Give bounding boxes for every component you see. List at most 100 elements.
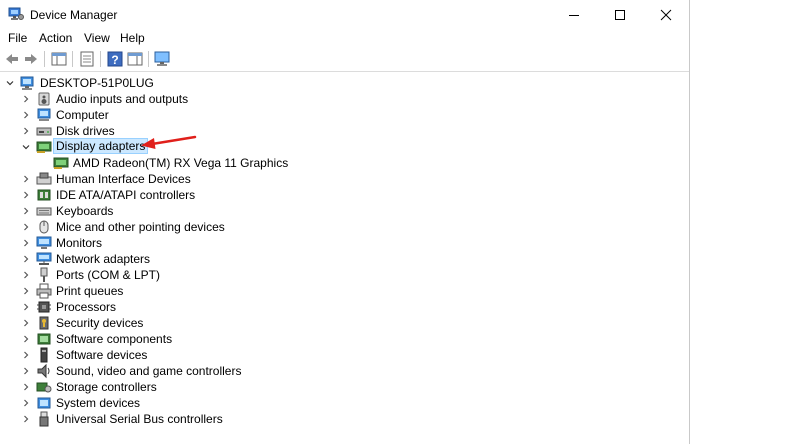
category-label: Ports (COM & LPT) bbox=[56, 268, 161, 282]
minimize-icon bbox=[569, 15, 579, 16]
chevron-right-icon[interactable] bbox=[22, 319, 30, 327]
category-label: Security devices bbox=[56, 316, 144, 330]
category-label: Disk drives bbox=[56, 124, 115, 138]
tree-category[interactable]: Network adapters bbox=[0, 251, 300, 267]
tree-category[interactable]: Keyboards bbox=[0, 203, 300, 219]
chevron-right-icon[interactable] bbox=[22, 335, 30, 343]
chevron-down-icon[interactable] bbox=[6, 79, 14, 87]
window-title: Device Manager bbox=[30, 8, 118, 22]
toolbar-separator bbox=[100, 51, 101, 67]
tree-category[interactable]: Monitors bbox=[0, 235, 300, 251]
category-label: Storage controllers bbox=[56, 380, 157, 394]
tree-category[interactable]: Universal Serial Bus controllers bbox=[0, 411, 300, 427]
maximize-button[interactable] bbox=[597, 0, 643, 29]
device-manager-icon bbox=[8, 7, 24, 20]
device-manager-window: Device Manager File Action View Help ? D… bbox=[0, 0, 690, 444]
menu-help[interactable]: Help bbox=[120, 31, 145, 45]
ide-controller-icon bbox=[37, 189, 51, 201]
computer-icon bbox=[37, 108, 51, 121]
tree-category[interactable]: Human Interface Devices bbox=[0, 171, 300, 187]
forward-icon[interactable] bbox=[22, 50, 40, 68]
menu-file[interactable]: File bbox=[8, 31, 27, 45]
chevron-right-icon[interactable] bbox=[22, 175, 30, 183]
system-device-icon bbox=[37, 397, 51, 409]
device-item[interactable]: AMD Radeon(TM) RX Vega 11 Graphics bbox=[0, 155, 300, 171]
chevron-down-icon[interactable] bbox=[22, 143, 30, 151]
scan-hardware-icon[interactable] bbox=[153, 50, 171, 68]
chevron-right-icon[interactable] bbox=[22, 303, 30, 311]
storage-controller-icon bbox=[36, 382, 52, 393]
chevron-right-icon[interactable] bbox=[22, 399, 30, 407]
security-device-icon bbox=[39, 316, 49, 330]
tree-category[interactable]: Processors bbox=[0, 299, 300, 315]
category-label: Universal Serial Bus controllers bbox=[56, 412, 223, 426]
category-label: Sound, video and game controllers bbox=[56, 364, 242, 378]
chevron-right-icon[interactable] bbox=[22, 351, 30, 359]
category-label: Audio inputs and outputs bbox=[56, 92, 189, 106]
hid-icon bbox=[36, 172, 52, 185]
chevron-right-icon[interactable] bbox=[22, 95, 30, 103]
category-label: Print queues bbox=[56, 284, 124, 298]
chevron-right-icon[interactable] bbox=[22, 111, 30, 119]
tree-category[interactable]: Mice and other pointing devices bbox=[0, 219, 300, 235]
minimize-button[interactable] bbox=[551, 0, 597, 29]
tree-root[interactable]: DESKTOP-51P0LUG bbox=[0, 75, 200, 91]
device-tree: DESKTOP-51P0LUG Audio inputs and outputs… bbox=[0, 75, 689, 444]
usb-icon bbox=[39, 411, 49, 427]
svg-text:?: ? bbox=[111, 53, 118, 67]
tree-category[interactable]: Software components bbox=[0, 331, 300, 347]
category-label-selected: Display adapters bbox=[52, 138, 149, 154]
processor-icon bbox=[37, 301, 51, 313]
close-icon bbox=[660, 9, 672, 21]
display-adapter-icon bbox=[53, 157, 69, 169]
tree-category[interactable]: IDE ATA/ATAPI controllers bbox=[0, 187, 300, 203]
sound-controller-icon bbox=[37, 363, 50, 379]
speaker-icon bbox=[38, 92, 50, 106]
menu-view[interactable]: View bbox=[84, 31, 110, 45]
back-icon[interactable] bbox=[3, 50, 21, 68]
disk-drive-icon bbox=[36, 127, 52, 136]
close-button[interactable] bbox=[643, 0, 689, 29]
tree-category[interactable]: Print queues bbox=[0, 283, 300, 299]
chevron-right-icon[interactable] bbox=[22, 287, 30, 295]
category-label: Human Interface Devices bbox=[56, 172, 191, 186]
chevron-right-icon[interactable] bbox=[22, 367, 30, 375]
red-arrow-annotation bbox=[141, 135, 197, 149]
tree-category[interactable]: System devices bbox=[0, 395, 300, 411]
tree-category[interactable]: Audio inputs and outputs bbox=[0, 91, 300, 107]
chevron-right-icon[interactable] bbox=[22, 415, 30, 423]
chevron-right-icon[interactable] bbox=[22, 223, 30, 231]
toolbar-separator bbox=[72, 51, 73, 67]
tree-category[interactable]: Security devices bbox=[0, 315, 300, 331]
device-label: AMD Radeon(TM) RX Vega 11 Graphics bbox=[73, 156, 289, 170]
port-icon bbox=[40, 267, 48, 282]
chevron-right-icon[interactable] bbox=[22, 191, 30, 199]
category-label: Network adapters bbox=[56, 252, 151, 266]
category-label: Software components bbox=[56, 332, 173, 346]
chevron-right-icon[interactable] bbox=[22, 271, 30, 279]
show-hide-console-tree-icon[interactable] bbox=[50, 50, 68, 68]
chevron-right-icon[interactable] bbox=[22, 255, 30, 263]
monitor-icon bbox=[36, 236, 52, 249]
printer-icon bbox=[36, 283, 52, 299]
category-label: Computer bbox=[56, 108, 109, 122]
category-label: System devices bbox=[56, 396, 141, 410]
maximize-icon bbox=[615, 10, 625, 20]
category-label: Software devices bbox=[56, 348, 148, 362]
help-icon[interactable]: ? bbox=[106, 50, 124, 68]
title-bar[interactable]: Device Manager bbox=[0, 0, 689, 29]
root-computer-name: DESKTOP-51P0LUG bbox=[40, 76, 154, 90]
chevron-right-icon[interactable] bbox=[22, 207, 30, 215]
tree-category[interactable]: Software devices bbox=[0, 347, 300, 363]
properties-icon[interactable] bbox=[78, 50, 96, 68]
chevron-right-icon[interactable] bbox=[22, 127, 30, 135]
chevron-right-icon[interactable] bbox=[22, 239, 30, 247]
menu-action[interactable]: Action bbox=[39, 31, 72, 45]
chevron-right-icon[interactable] bbox=[22, 383, 30, 391]
menu-bar: File Action View Help bbox=[0, 29, 689, 47]
tree-category[interactable]: Sound, video and game controllers bbox=[0, 363, 300, 379]
tree-category[interactable]: Storage controllers bbox=[0, 379, 300, 395]
tree-category[interactable]: Ports (COM & LPT) bbox=[0, 267, 300, 283]
action-pane-icon[interactable] bbox=[126, 50, 144, 68]
tree-category[interactable]: Computer bbox=[0, 107, 300, 123]
